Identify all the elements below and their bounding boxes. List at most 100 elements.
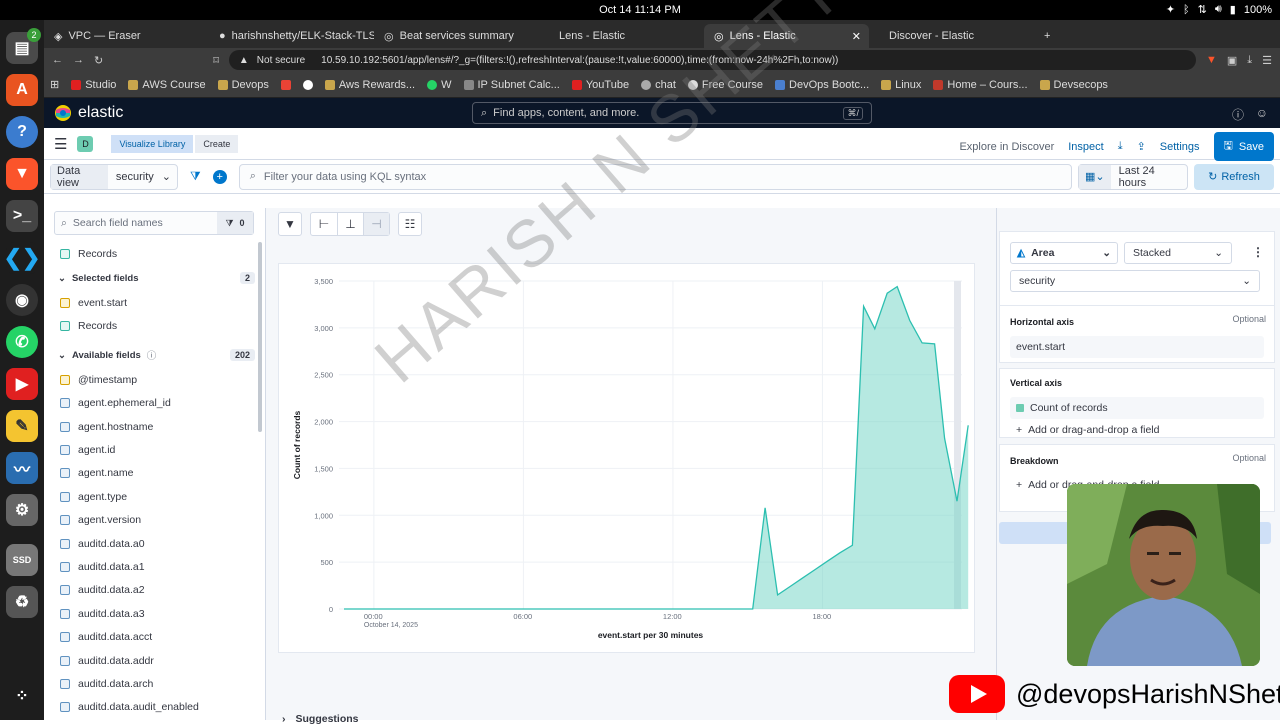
bookmark-item[interactable]: AWS Course bbox=[128, 79, 206, 91]
suggestions-toggle[interactable]: › Suggestions bbox=[282, 713, 359, 725]
new-tab-button[interactable]: + bbox=[1034, 24, 1074, 48]
bookmark-item[interactable]: Home – Cours... bbox=[933, 79, 1028, 91]
bookmark-item[interactable]: Devops bbox=[217, 79, 269, 91]
bookmark-item[interactable]: IP Subnet Calc... bbox=[463, 79, 560, 91]
time-picker[interactable]: ▦⌄ Last 24 hours bbox=[1078, 163, 1188, 190]
apps-grid-icon[interactable]: ⊞ bbox=[50, 78, 59, 91]
save-button[interactable]: 🖫︎ Save bbox=[1213, 132, 1274, 161]
vscode-icon[interactable]: ❮❯ bbox=[4, 242, 40, 274]
elastic-logo[interactable]: elastic bbox=[54, 104, 123, 122]
tab-3[interactable]: Lens - Elastic bbox=[539, 24, 704, 48]
series-style-icon[interactable]: ▼ bbox=[278, 212, 302, 236]
gmail-icon[interactable] bbox=[280, 79, 291, 90]
reload-icon[interactable]: ↻ bbox=[94, 54, 103, 67]
field-item[interactable]: agent.ephemeral_id bbox=[44, 392, 265, 415]
help-icon[interactable]: ? bbox=[6, 116, 38, 148]
add-vertical-field-button[interactable]: + Add or drag-and-drop a field bbox=[1010, 424, 1264, 436]
stacking-select[interactable]: Stacked ⌄ bbox=[1124, 242, 1232, 264]
tab-0[interactable]: ◈ VPC — Eraser bbox=[44, 24, 209, 48]
url-text[interactable]: 10.59.10.192:5601/app/lens#/?_g=(filters… bbox=[321, 55, 838, 66]
field-item[interactable]: agent.hostname bbox=[44, 415, 265, 438]
bookmark-item[interactable]: Free Course bbox=[687, 79, 763, 91]
field-item[interactable]: auditd.data.a2 bbox=[44, 579, 265, 602]
system-tray[interactable]: ✦ ᛒ ⇅ 🔊︎ ▮ 100% bbox=[1166, 3, 1272, 16]
layer-actions-icon[interactable]: ⋮ bbox=[1252, 245, 1264, 259]
share-icon[interactable]: ⇪ bbox=[1137, 140, 1146, 153]
left-axis-icon[interactable]: ⊢ bbox=[311, 213, 337, 235]
ssd-drive-icon[interactable]: SSD bbox=[6, 544, 38, 576]
download-icon[interactable]: ⤓ bbox=[1118, 140, 1123, 153]
extension-icon[interactable]: ▣ bbox=[1227, 54, 1237, 67]
bookmark-item[interactable]: chat bbox=[641, 79, 676, 91]
software-center-icon[interactable]: A bbox=[6, 74, 38, 106]
layer-data-view-select[interactable]: security ⌄ bbox=[1010, 270, 1260, 292]
calendar-icon[interactable]: ▦⌄ bbox=[1079, 164, 1111, 189]
field-search-input[interactable]: ⌕ Search field names ⧩ 0 bbox=[54, 211, 254, 235]
back-icon[interactable]: ← bbox=[52, 54, 63, 66]
space-avatar[interactable]: D bbox=[77, 135, 94, 152]
area-chart[interactable]: 0 500 1,000 1,500 2,000 2,500 3,000 3,500 00:00O… bbox=[279, 264, 976, 654]
field-item[interactable]: auditd.data.acct bbox=[44, 625, 265, 648]
field-item[interactable]: agent.version bbox=[44, 509, 265, 532]
trash-icon[interactable]: ♻ bbox=[6, 586, 38, 618]
system-clock[interactable]: Oct 14 11:14 PM bbox=[0, 4, 1280, 16]
battery-icon[interactable]: ▮ bbox=[1230, 3, 1236, 16]
field-list-scrollbar[interactable] bbox=[258, 242, 262, 432]
help-menu-icon[interactable]: ⓘ bbox=[1232, 106, 1244, 123]
url-bar[interactable]: ▲ Not secure 10.59.10.192:5601/app/lens#… bbox=[228, 50, 1196, 70]
bluetooth-icon[interactable]: ᛒ bbox=[1183, 4, 1190, 16]
explore-in-discover-link[interactable]: Explore in Discover bbox=[959, 141, 1054, 153]
settings-icon[interactable]: ⚙ bbox=[6, 494, 38, 526]
settings-link[interactable]: Settings bbox=[1160, 141, 1200, 153]
global-search-input[interactable]: ⌕ Find apps, content, and more. ⌘/ bbox=[472, 102, 872, 124]
bookmark-item[interactable]: YouTube bbox=[571, 79, 629, 91]
data-view-picker[interactable]: Data view security ⌄ bbox=[50, 163, 178, 190]
download-icon[interactable]: ⤓ bbox=[1247, 54, 1252, 67]
field-item[interactable]: auditd.data.arch bbox=[44, 672, 265, 695]
horizontal-axis-dimension[interactable]: event.start bbox=[1010, 336, 1264, 358]
bookmark-item[interactable]: Devsecops bbox=[1039, 79, 1108, 91]
right-axis-icon[interactable]: ⊣ bbox=[363, 213, 389, 235]
field-item[interactable]: agent.id bbox=[44, 438, 265, 461]
brave-browser-icon[interactable]: ▼ bbox=[6, 158, 38, 190]
tab-2[interactable]: ◎ Beat services summary bbox=[374, 24, 539, 48]
volume-icon[interactable]: 🔊︎ bbox=[1215, 3, 1222, 16]
field-item[interactable]: auditd.data.a0 bbox=[44, 532, 265, 555]
inspect-link[interactable]: Inspect bbox=[1068, 141, 1103, 153]
field-item[interactable]: @timestamp bbox=[44, 368, 265, 391]
chart-type-select[interactable]: ◭ Area ⌄ bbox=[1010, 242, 1118, 264]
selected-fields-header[interactable]: ⌄ Selected fields 2 bbox=[44, 265, 265, 291]
google-icon[interactable] bbox=[302, 79, 313, 90]
field-filter-button[interactable]: ⧩ 0 bbox=[217, 212, 253, 234]
vertical-axis-dimension[interactable]: Count of records bbox=[1010, 397, 1264, 419]
nav-menu-icon[interactable]: ☰ bbox=[54, 135, 67, 153]
available-fields-header[interactable]: ⌄ Available fields ⓘ 202 bbox=[44, 342, 265, 368]
brave-shield-icon[interactable]: ▼ bbox=[1206, 54, 1217, 66]
terminal-icon[interactable]: >_ bbox=[6, 200, 38, 232]
tab-4-active[interactable]: ◎ Lens - Elastic ✕ bbox=[704, 24, 869, 48]
obs-icon[interactable]: ◉ bbox=[6, 284, 38, 316]
bookmark-item[interactable]: Studio bbox=[71, 79, 116, 91]
legend-icon[interactable]: ☷ bbox=[398, 212, 422, 236]
field-item-event-start[interactable]: event.start bbox=[44, 291, 265, 314]
bookmark-icon[interactable]: ⌑ bbox=[213, 54, 219, 67]
filter-icon[interactable]: ⧩ bbox=[184, 169, 207, 184]
accessibility-icon[interactable]: ✦ bbox=[1166, 3, 1175, 16]
text-editor-icon[interactable]: ✎ bbox=[6, 410, 38, 442]
forward-icon[interactable]: → bbox=[73, 54, 84, 66]
breadcrumb-visualize-library[interactable]: Visualize Library bbox=[111, 134, 194, 153]
bookmark-item[interactable]: DevOps Bootc... bbox=[775, 79, 869, 91]
network-icon[interactable]: ⇅ bbox=[1198, 3, 1207, 16]
whatsapp-icon[interactable]: ✆ bbox=[6, 326, 38, 358]
add-filter-icon[interactable]: + bbox=[212, 169, 227, 184]
youtube-icon[interactable]: ▶ bbox=[6, 368, 38, 400]
field-item[interactable]: auditd.data.audit_enabled bbox=[44, 696, 265, 719]
menu-icon[interactable]: ☰ bbox=[1262, 54, 1272, 67]
field-item[interactable]: auditd.data.addr bbox=[44, 649, 265, 672]
system-monitor-icon[interactable]: 〰 bbox=[6, 452, 38, 484]
tab-5[interactable]: Discover - Elastic bbox=[869, 24, 1034, 48]
refresh-button[interactable]: ↻ Refresh bbox=[1194, 163, 1274, 190]
field-item-records-selected[interactable]: Records bbox=[44, 315, 265, 338]
bookmark-item[interactable]: W bbox=[427, 79, 452, 91]
field-item-records[interactable]: Records bbox=[44, 242, 265, 265]
